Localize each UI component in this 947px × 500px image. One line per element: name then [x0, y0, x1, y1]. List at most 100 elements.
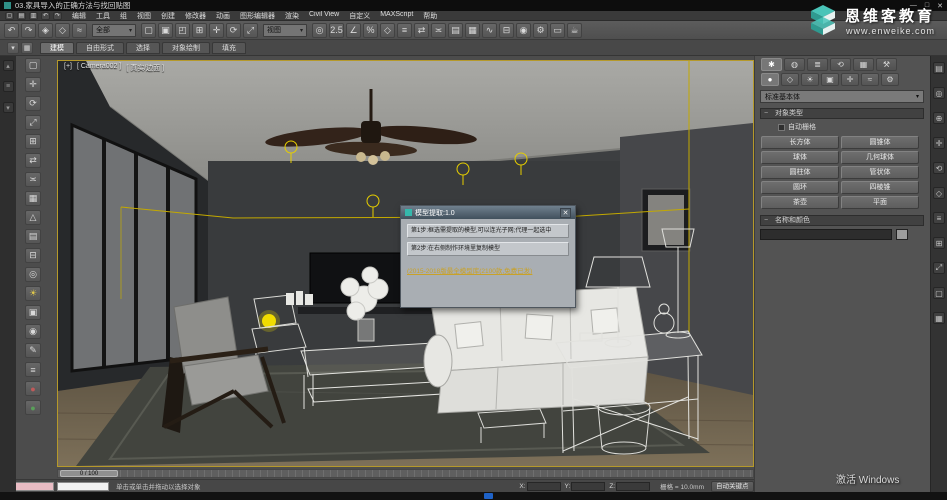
selection-region-icon[interactable]: ◰: [175, 23, 190, 38]
dialog-model-library-link[interactable]: (2015-2018版最全模型库(2100款,免费已发): [407, 265, 569, 275]
menu-item-11[interactable]: MAXScript: [375, 11, 418, 21]
select-object-icon[interactable]: ▢: [141, 23, 156, 38]
workspace-icon[interactable]: ▴: [3, 60, 14, 71]
curve-editor-icon[interactable]: ∿: [482, 23, 497, 38]
tab-modify-icon[interactable]: ◍: [784, 58, 805, 71]
snap-tool-icon[interactable]: ⊞: [25, 134, 41, 149]
orbit-view-icon[interactable]: ⟲: [933, 162, 945, 174]
dialog-step1-button[interactable]: 第1步:框选需提取的模型,可以连光子网;代理一起选中: [407, 224, 569, 238]
field-of-view-icon[interactable]: ◇: [933, 187, 945, 199]
ribbon-tab-0[interactable]: 建模: [40, 42, 74, 54]
viewport-layout-icon[interactable]: ▤: [933, 62, 945, 74]
layer-manager-icon[interactable]: ▤: [448, 23, 463, 38]
ribbon-config-icon[interactable]: ▦: [21, 42, 33, 54]
subtab-lights-icon[interactable]: ☀: [801, 73, 819, 86]
primitive-button-9[interactable]: 平面: [841, 196, 919, 209]
subtab-systems-icon[interactable]: ⚙: [881, 73, 899, 86]
tab-utilities-icon[interactable]: ⚒: [876, 58, 897, 71]
dock-icon[interactable]: ≡: [3, 81, 14, 92]
model-extract-dialog[interactable]: 模型提取:1.0 ✕ 第1步:框选需提取的模型,可以连光子网;代理一起选中 第2…: [400, 205, 576, 308]
unlink-selection-icon[interactable]: ◇: [55, 23, 70, 38]
dialog-titlebar[interactable]: 模型提取:1.0 ✕: [401, 206, 575, 219]
layer-tool-icon[interactable]: ▤: [25, 229, 41, 244]
time-slider-handle[interactable]: 0 / 100: [60, 470, 118, 477]
zoom-extents-icon[interactable]: ⊞: [933, 237, 945, 249]
windows-taskbar[interactable]: [0, 492, 947, 500]
percent-snap-icon[interactable]: %: [363, 23, 378, 38]
open-file-icon[interactable]: ▤: [17, 12, 26, 20]
redo-icon[interactable]: ↷: [53, 12, 62, 20]
subtab-geometry-icon[interactable]: ●: [761, 73, 779, 86]
render-setup-icon[interactable]: ⚙: [533, 23, 548, 38]
move-tool-icon[interactable]: ✛: [25, 77, 41, 92]
light-tool-icon[interactable]: ☀: [25, 286, 41, 301]
menu-item-10[interactable]: 自定义: [344, 11, 375, 21]
ribbon-tab-3[interactable]: 对象绘制: [162, 42, 210, 54]
align-icon[interactable]: ≍: [431, 23, 446, 38]
record-tool-icon[interactable]: ●: [25, 381, 41, 396]
primitive-button-3[interactable]: 几何球体: [841, 151, 919, 164]
render-production-icon[interactable]: ☕: [567, 23, 582, 38]
material-tool-icon[interactable]: ◉: [25, 324, 41, 339]
material-editor-icon[interactable]: ◉: [516, 23, 531, 38]
object-name-input[interactable]: [760, 229, 892, 240]
redo-icon[interactable]: ↷: [21, 23, 36, 38]
object-type-rollout[interactable]: − 对象类型: [760, 108, 924, 119]
autogrid-checkbox[interactable]: [778, 124, 785, 131]
play-tool-icon[interactable]: ●: [25, 400, 41, 415]
select-and-scale-icon[interactable]: ⤢: [243, 23, 258, 38]
tab-create-icon[interactable]: ✱: [761, 58, 782, 71]
maximize-viewport-icon[interactable]: ⤢: [933, 262, 945, 274]
primitive-button-4[interactable]: 圆柱体: [761, 166, 839, 179]
spinner-snap-icon[interactable]: ◇: [380, 23, 395, 38]
tab-display-icon[interactable]: ▦: [853, 58, 874, 71]
use-pivot-center-icon[interactable]: ◎: [312, 23, 327, 38]
new-scene-icon[interactable]: ▢: [5, 12, 14, 20]
reference-coordinate-select[interactable]: 视图 ▾: [263, 24, 307, 37]
menu-item-7[interactable]: 图形编辑器: [235, 11, 280, 21]
walk-through-icon[interactable]: ≡: [933, 212, 945, 224]
bind-to-spacewarp-icon[interactable]: ≈: [72, 23, 87, 38]
paint-tool-icon[interactable]: ✎: [25, 343, 41, 358]
primitive-button-2[interactable]: 球体: [761, 151, 839, 164]
menu-item-9[interactable]: Civil View: [304, 11, 344, 21]
geometry-category-select[interactable]: 标准基本体 ▾: [760, 90, 924, 103]
coord-x-input[interactable]: [527, 482, 561, 491]
dialog-close-button[interactable]: ✕: [560, 208, 571, 218]
snap-toggle-icon[interactable]: 2.5: [329, 23, 344, 38]
undo-icon[interactable]: ↶: [4, 23, 19, 38]
menu-item-0[interactable]: 编辑: [67, 11, 91, 21]
primitive-button-7[interactable]: 四棱锥: [841, 181, 919, 194]
grid-toggle-icon[interactable]: ▦: [933, 312, 945, 324]
viewport-general-menu[interactable]: [+]: [64, 63, 72, 73]
subtab-cameras-icon[interactable]: ▣: [821, 73, 839, 86]
dialog-step2-button[interactable]: 第2步:在右侧制作环境里复制模型: [407, 242, 569, 256]
select-by-name-icon[interactable]: ▣: [158, 23, 173, 38]
isolate-tool-icon[interactable]: ◎: [25, 267, 41, 282]
maxscript-mini-listener-white[interactable]: [57, 482, 109, 491]
align-tool-icon[interactable]: ≍: [25, 172, 41, 187]
ribbon-tab-2[interactable]: 选择: [126, 42, 160, 54]
menu-item-2[interactable]: 组: [115, 11, 132, 21]
handle-icon[interactable]: ▾: [3, 102, 14, 113]
primitive-button-6[interactable]: 圆环: [761, 181, 839, 194]
ribbon-pin-icon[interactable]: ▾: [7, 42, 19, 54]
select-tool-icon[interactable]: ▢: [25, 58, 41, 73]
measure-tool-icon[interactable]: △: [25, 210, 41, 225]
named-selection-sets-icon[interactable]: ≡: [397, 23, 412, 38]
close-button[interactable]: ✕: [937, 2, 943, 10]
menu-item-3[interactable]: 视图: [132, 11, 156, 21]
menu-item-12[interactable]: 帮助: [418, 11, 442, 21]
viewport-pov-menu[interactable]: [ Camera002 ]: [77, 63, 121, 73]
ribbon-tab-4[interactable]: 填充: [212, 42, 246, 54]
object-color-swatch[interactable]: [896, 229, 908, 240]
select-and-link-icon[interactable]: ◈: [38, 23, 53, 38]
rotate-tool-icon[interactable]: ⟳: [25, 96, 41, 111]
menu-item-8[interactable]: 渲染: [280, 11, 304, 21]
viewport-shading-menu[interactable]: [ 真实/边面 ]: [126, 63, 164, 73]
taskbar-app-icon[interactable]: [484, 493, 493, 499]
mirror-tool-icon[interactable]: ⇄: [25, 153, 41, 168]
auto-key-button[interactable]: 自动关键点: [711, 481, 754, 492]
schematic-view-icon[interactable]: ⊟: [499, 23, 514, 38]
group-tool-icon[interactable]: ⊟: [25, 248, 41, 263]
